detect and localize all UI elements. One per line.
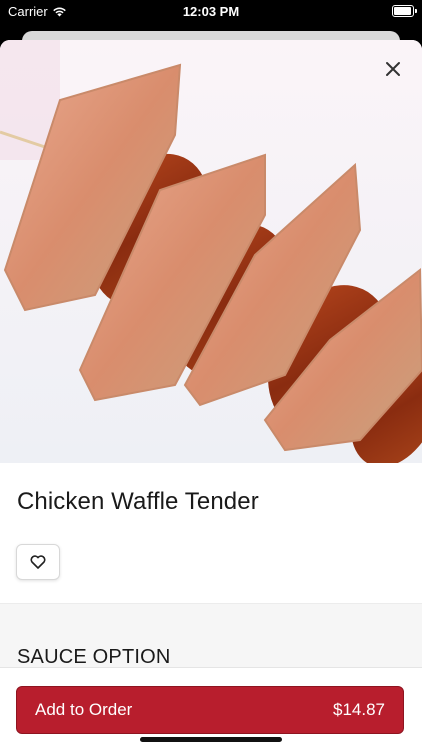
close-icon <box>386 62 400 76</box>
add-to-order-button[interactable]: Add to Order $14.87 <box>16 686 404 734</box>
battery-fill <box>394 7 412 15</box>
sauce-option-heading: SAUCE OPTION <box>17 646 171 668</box>
product-detail-sheet: Chicken Waffle Tender SAUCE OPTION Add t… <box>0 40 422 750</box>
status-time: 12:03 PM <box>182 4 240 19</box>
heart-icon <box>30 555 46 569</box>
chicken-waffle-skewer-photo <box>0 40 422 463</box>
status-bar: Carrier 12:03 PM <box>0 0 422 24</box>
home-indicator[interactable] <box>140 737 282 742</box>
close-button[interactable] <box>378 54 408 84</box>
product-title: Chicken Waffle Tender <box>17 488 259 515</box>
product-image <box>0 40 422 463</box>
add-to-order-label: Add to Order <box>35 700 133 719</box>
favorite-button[interactable] <box>16 544 60 580</box>
order-price: $14.87 <box>333 700 385 719</box>
battery-icon <box>392 5 417 17</box>
